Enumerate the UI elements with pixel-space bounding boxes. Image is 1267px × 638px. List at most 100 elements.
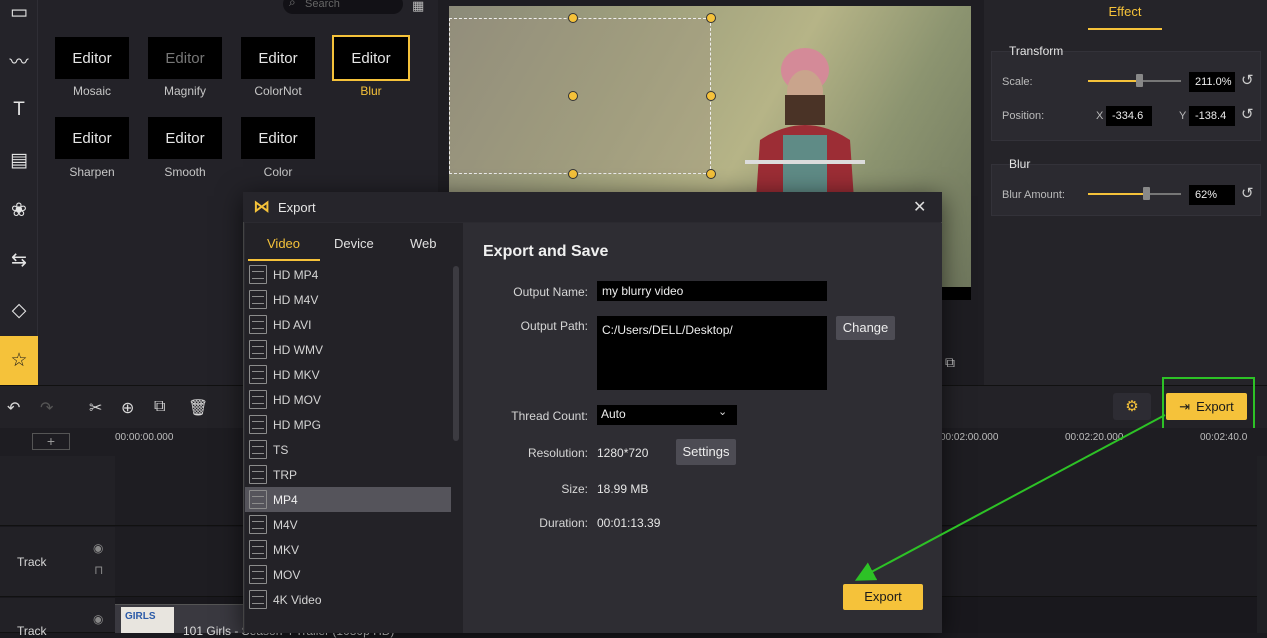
blur-title: Blur (1009, 157, 1031, 171)
app-logo-icon: ⋈ (253, 197, 270, 216)
position-label: Position: (1002, 110, 1045, 122)
blur-amount-slider-fill (1088, 193, 1146, 195)
change-path-button[interactable]: Change (836, 316, 895, 340)
thread-count-select[interactable]: Auto (597, 405, 737, 425)
duration-value: 00:01:13.39 (597, 516, 661, 530)
format-item[interactable]: HD M4V (245, 287, 451, 312)
split-icon[interactable]: ✂ (89, 398, 102, 418)
format-item[interactable]: MP4 (245, 487, 451, 512)
format-item[interactable]: 4K Video (245, 587, 451, 612)
film-file-icon (249, 315, 267, 334)
format-item[interactable]: M4V (245, 512, 451, 537)
output-path-label: Output Path: (520, 319, 588, 333)
scale-slider-knob[interactable] (1136, 74, 1143, 87)
reset-position-icon[interactable]: ↺ (1241, 105, 1254, 123)
resize-handle[interactable] (706, 13, 716, 23)
clip-thumbnail: GIRLS (121, 607, 174, 633)
format-label: HD MKV (273, 367, 320, 382)
resize-handle[interactable] (568, 13, 578, 23)
snapshot-icon[interactable]: ⧉ (945, 354, 955, 371)
grid-view-icon[interactable]: ▦ (412, 0, 424, 14)
format-label: HD MP4 (273, 267, 319, 282)
close-icon[interactable]: ✕ (913, 197, 926, 217)
effect-tile-blur[interactable]: Editor (332, 35, 410, 81)
tab-web[interactable]: Web (410, 236, 437, 251)
resolution-value: 1280*720 (597, 446, 649, 460)
effects-star-icon[interactable]: ☆ (0, 336, 38, 385)
scale-value-field[interactable]: 211.0% (1189, 72, 1235, 92)
effect-label: ColorNot (254, 84, 302, 98)
elements-icon[interactable]: ◇ (0, 292, 38, 328)
format-item[interactable]: HD WMV (245, 337, 451, 362)
lock-icon[interactable]: ⊓ (94, 563, 103, 577)
add-clip-icon[interactable]: ⊕ (121, 398, 134, 418)
transitions-icon[interactable]: ⇆ (0, 242, 38, 278)
x-label: X (1096, 110, 1104, 122)
audio-icon[interactable]: 〰 (0, 42, 38, 78)
effect-tile-sharpen[interactable]: Editor (55, 117, 129, 159)
position-y-field[interactable]: -138.4 (1189, 106, 1235, 126)
resize-handle[interactable] (568, 169, 578, 179)
resize-handle[interactable] (706, 91, 716, 101)
format-item[interactable]: HD MPG (245, 412, 451, 437)
search-input[interactable]: Search (283, 0, 403, 14)
effect-label: Blur (360, 84, 382, 98)
tab-effect[interactable]: Effect (1088, 0, 1162, 30)
film-file-icon (249, 340, 267, 359)
size-label: Size: (561, 482, 588, 496)
output-name-field[interactable]: my blurry video (597, 281, 827, 301)
track-header: Track ◉ ⊓ (0, 527, 115, 597)
timeline-scrollbar[interactable] (1257, 456, 1267, 633)
export-settings-icon[interactable]: ⚙ (1113, 393, 1151, 420)
blur-region[interactable] (449, 18, 711, 174)
format-item[interactable]: HD AVI (245, 312, 451, 337)
resize-handle[interactable] (706, 169, 716, 179)
copy-icon[interactable]: ⧉ (154, 398, 165, 416)
tab-device[interactable]: Device (334, 236, 374, 251)
effect-tile-magnify[interactable]: Editor (148, 37, 222, 79)
effect-label: Magnify (163, 84, 207, 98)
format-item[interactable]: HD MOV (245, 387, 451, 412)
reset-scale-icon[interactable]: ↺ (1241, 71, 1254, 89)
format-item[interactable]: MOV (245, 562, 451, 587)
film-file-icon (249, 290, 267, 309)
format-item[interactable]: TRP (245, 462, 451, 487)
filters-icon[interactable]: ▤ (0, 142, 38, 178)
track-header (0, 456, 115, 526)
eye-icon[interactable]: ◉ (93, 541, 103, 555)
format-item[interactable]: HD MP4 (245, 262, 451, 287)
effect-tile-mosaic[interactable]: Editor (55, 37, 129, 79)
format-label: MKV (273, 542, 300, 557)
text-icon[interactable]: T (0, 92, 38, 128)
dialog-export-button[interactable]: Export (843, 584, 923, 610)
duration-label: Duration: (539, 516, 588, 530)
output-name-label: Output Name: (513, 285, 588, 299)
output-path-field[interactable]: C:/Users/DELL/Desktop/ (597, 316, 827, 390)
media-icon[interactable]: ▭ (0, 0, 38, 30)
add-track-button[interactable]: + (32, 433, 70, 450)
reset-blur-icon[interactable]: ↺ (1241, 184, 1254, 202)
effect-label: Smooth (164, 165, 206, 179)
blur-amount-field[interactable]: 62% (1189, 185, 1235, 205)
blur-amount-slider-knob[interactable] (1143, 187, 1150, 200)
overlays-icon[interactable]: ❀ (0, 192, 38, 228)
format-item[interactable]: TS (245, 437, 451, 462)
format-item[interactable]: HD MKV (245, 362, 451, 387)
film-file-icon (249, 465, 267, 484)
effect-tile-smooth[interactable]: Editor (148, 117, 222, 159)
transform-title: Transform (1009, 44, 1064, 58)
resolution-settings-button[interactable]: Settings (676, 439, 736, 465)
eye-icon[interactable]: ◉ (93, 612, 103, 626)
film-file-icon (249, 515, 267, 534)
tab-video[interactable]: Video (267, 236, 300, 251)
delete-icon[interactable]: 🗑 (188, 398, 208, 418)
effect-tile-colornot[interactable]: Editor (241, 37, 315, 79)
redo-icon[interactable]: ↷ (40, 398, 53, 418)
undo-icon[interactable]: ↶ (7, 398, 20, 418)
effect-tile-color[interactable]: Editor (241, 117, 315, 159)
format-label: TS (273, 442, 289, 457)
position-x-field[interactable]: -334.6 (1106, 106, 1152, 126)
scale-label: Scale: (1002, 76, 1033, 88)
format-item[interactable]: MKV (245, 537, 451, 562)
resize-handle[interactable] (568, 91, 578, 101)
